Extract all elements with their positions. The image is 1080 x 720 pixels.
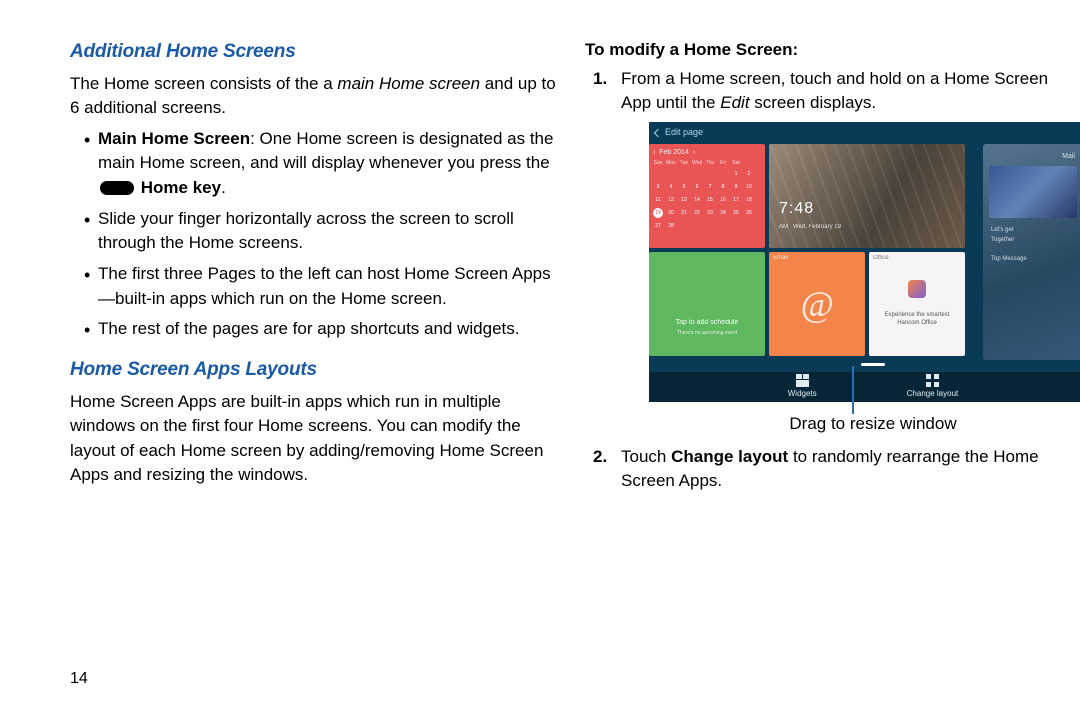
bullet-main-home-screen: Main Home Screen: One Home screen is des… [84, 127, 560, 201]
bullet-rest-of-pages: The rest of the pages are for app shortc… [84, 317, 560, 342]
main-panel: ‹ Feb 2014 › SunMonTueWedThuFriSat 1 234… [649, 144, 977, 360]
heading-additional-home-screens: Additional Home Screens [70, 38, 560, 66]
side-image [989, 166, 1077, 218]
page-number: 14 [70, 667, 88, 690]
text: screen displays. [750, 93, 877, 112]
schedule-tile: Tap to add schedule There's no upcoming … [649, 252, 765, 356]
clock-tile: 7:48 AM Wed, February 19 [769, 144, 965, 248]
text-emphasis: main Home screen [337, 74, 480, 93]
widgets-icon [796, 374, 809, 387]
home-key-icon [100, 181, 134, 195]
text: Touch [621, 447, 671, 466]
widgets-button: Widgets [788, 374, 817, 400]
text: The Home screen consists of the a [70, 74, 337, 93]
layout-icon [926, 374, 939, 387]
callout-line [852, 366, 854, 414]
intro-paragraph: The Home screen consists of the a main H… [70, 72, 560, 121]
text-bold: Home key [141, 178, 221, 197]
heading-home-screen-apps-layouts: Home Screen Apps Layouts [70, 356, 560, 384]
email-label: Email [773, 254, 788, 263]
bullet-slide-finger: Slide your finger horizontally across th… [84, 207, 560, 256]
side-mail-label: Mail [1062, 152, 1075, 162]
resize-handle [861, 363, 885, 366]
text-emphasis: Edit [720, 93, 749, 112]
heading-to-modify: To modify a Home Screen: [585, 38, 1055, 63]
change-layout-button: Change layout [907, 374, 959, 400]
clock-time: 7:48 [779, 197, 814, 220]
schedule-label: Tap to add schedule [676, 318, 739, 328]
figure-caption: Drag to resize window [649, 412, 1080, 437]
layouts-paragraph: Home Screen Apps are built-in apps which… [70, 390, 560, 489]
step-1: From a Home screen, touch and hold on a … [593, 67, 1055, 437]
office-text: Experience the smartest Hancom Office [873, 312, 961, 328]
edit-page-bar: Edit page [649, 122, 1080, 144]
text-bold: Change layout [671, 447, 788, 466]
calendar-tile: ‹ Feb 2014 › SunMonTueWedThuFriSat 1 234… [649, 144, 765, 248]
side-list: Let's getTogetherTop Message [991, 226, 1075, 264]
calendar-month: Feb 2014 [659, 149, 689, 156]
change-layout-label: Change layout [907, 388, 959, 400]
office-label: Office [873, 254, 889, 263]
at-sign-icon: @ [800, 278, 833, 330]
bottom-nav: Widgets Change layout [649, 372, 1080, 402]
text: . [221, 178, 226, 197]
edit-page-label: Edit page [665, 126, 703, 139]
widgets-label: Widgets [788, 388, 817, 400]
office-app-icon [908, 280, 926, 298]
back-chevron-icon [654, 129, 662, 137]
email-tile: Email @ [769, 252, 865, 356]
bullet-first-three-pages: The first three Pages to the left can ho… [84, 262, 560, 311]
office-tile: Office Experience the smartest Hancom Of… [869, 252, 965, 356]
step-2: Touch Change layout to randomly rearrang… [593, 445, 1055, 494]
text-bold: Main Home Screen [98, 129, 250, 148]
side-panel: Mail Let's getTogetherTop Message [983, 144, 1080, 360]
device-screenshot: Edit page ‹ Feb 2014 › SunMonTueWedThuFr… [649, 122, 1080, 402]
edit-screen-figure: Edit page ‹ Feb 2014 › SunMonTueWedThuFr… [649, 122, 1055, 402]
